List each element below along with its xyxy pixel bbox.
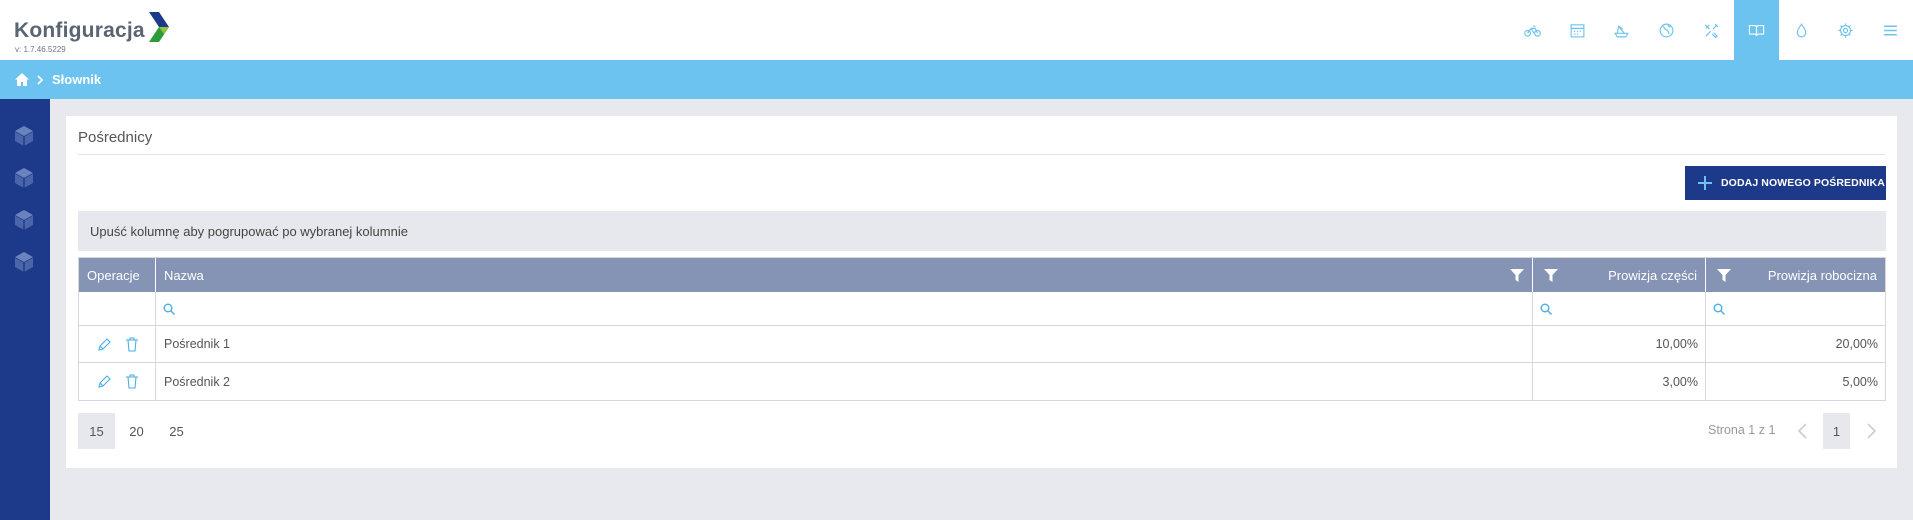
content-card: Pośrednicy DODAJ NOWEGO POŚREDNIKA Upuść… (66, 116, 1897, 468)
column-label: Operacje (87, 267, 140, 283)
cell-name: Pośrednik 1 (156, 326, 1533, 362)
trash-icon[interactable] (125, 336, 139, 352)
logo-chevron-icon (147, 12, 169, 47)
filter-cell-labor[interactable] (1706, 292, 1885, 325)
drop-icon[interactable] (1779, 0, 1824, 60)
page-number-current[interactable]: 1 (1823, 413, 1850, 449)
search-icon (1540, 303, 1552, 315)
column-label: Prowizja części (1608, 267, 1697, 283)
table-row: Pośrednik 2 3,00% 5,00% (79, 363, 1885, 400)
plus-icon (1698, 176, 1712, 190)
divider (78, 154, 1885, 155)
app-title: Konfiguracja (14, 18, 145, 42)
top-bar: Konfiguracja v: 1.7.46.5229 (0, 0, 1913, 60)
filter-icon[interactable] (1544, 268, 1558, 282)
gear-icon[interactable] (1823, 0, 1868, 60)
grid-header: Operacje Nazwa Prowizja części Prowizja … (79, 258, 1885, 292)
page-size-option[interactable]: 25 (158, 413, 195, 449)
boat-icon[interactable] (1599, 0, 1644, 60)
menu-icon[interactable] (1868, 0, 1913, 60)
app-version: v: 1.7.46.5229 (15, 45, 66, 54)
column-header-name[interactable]: Nazwa (156, 258, 1533, 292)
edit-pencil-icon[interactable] (97, 374, 111, 389)
bicycle-icon[interactable] (1510, 0, 1555, 60)
column-header-operations[interactable]: Operacje (79, 258, 156, 292)
breadcrumb: Słownik (0, 60, 1913, 99)
home-icon[interactable] (14, 72, 30, 87)
app-logo[interactable]: Konfiguracja (14, 12, 169, 47)
row-operations (79, 326, 156, 362)
filter-icon[interactable] (1717, 268, 1731, 282)
page-title: Pośrednicy (78, 129, 153, 146)
data-grid: Operacje Nazwa Prowizja części Prowizja … (78, 257, 1886, 401)
column-header-parts-commission[interactable]: Prowizja części (1533, 258, 1706, 292)
add-button-label: DODAJ NOWEGO POŚREDNIKA (1721, 177, 1885, 189)
column-label: Nazwa (164, 267, 204, 283)
top-nav (1510, 0, 1913, 60)
column-header-labor-commission[interactable]: Prowizja robocizna (1706, 258, 1885, 292)
sidebar (0, 99, 50, 520)
tools-icon[interactable] (1689, 0, 1734, 60)
filter-row (79, 292, 1885, 326)
table-row: Pośrednik 1 10,00% 20,00% (79, 326, 1885, 363)
cell-labor-commission: 5,00% (1842, 374, 1878, 389)
page-size-option[interactable]: 15 (78, 413, 115, 449)
box-icon[interactable] (12, 166, 36, 190)
cell-name: Pośrednik 2 (156, 363, 1533, 400)
filter-cell-empty (79, 292, 156, 325)
calendar-icon[interactable] (1555, 0, 1600, 60)
page-info: Strona 1 z 1 (1708, 423, 1776, 437)
filter-cell-parts[interactable] (1533, 292, 1706, 325)
cell-parts-commission: 3,00% (1533, 363, 1706, 400)
book-icon[interactable] (1733, 0, 1779, 60)
group-panel[interactable]: Upuść kolumnę aby pogrupować po wybranej… (78, 211, 1886, 251)
cell-labor-commission: 20,00% (1835, 337, 1878, 351)
page-size-option[interactable]: 20 (115, 413, 158, 449)
chevron-right-icon (36, 74, 44, 85)
row-operations (79, 363, 156, 400)
breadcrumb-current[interactable]: Słownik (52, 72, 101, 87)
add-intermediary-button[interactable]: DODAJ NOWEGO POŚREDNIKA (1685, 166, 1886, 200)
chevron-right-icon[interactable] (1861, 421, 1881, 441)
cell-parts-commission: 10,00% (1533, 326, 1706, 362)
globe-icon[interactable] (1644, 0, 1689, 60)
page-size-selector: 15 20 25 (78, 413, 195, 449)
filter-cell-name[interactable] (156, 292, 1533, 325)
filter-icon[interactable] (1510, 268, 1524, 282)
edit-pencil-icon[interactable] (97, 337, 111, 352)
box-icon[interactable] (12, 208, 36, 232)
box-icon[interactable] (12, 124, 36, 148)
search-icon (163, 303, 175, 315)
box-icon[interactable] (12, 250, 36, 274)
trash-icon[interactable] (125, 374, 139, 389)
column-label: Prowizja robocizna (1767, 267, 1877, 283)
chevron-left-icon[interactable] (1793, 421, 1813, 441)
search-icon (1713, 303, 1725, 315)
